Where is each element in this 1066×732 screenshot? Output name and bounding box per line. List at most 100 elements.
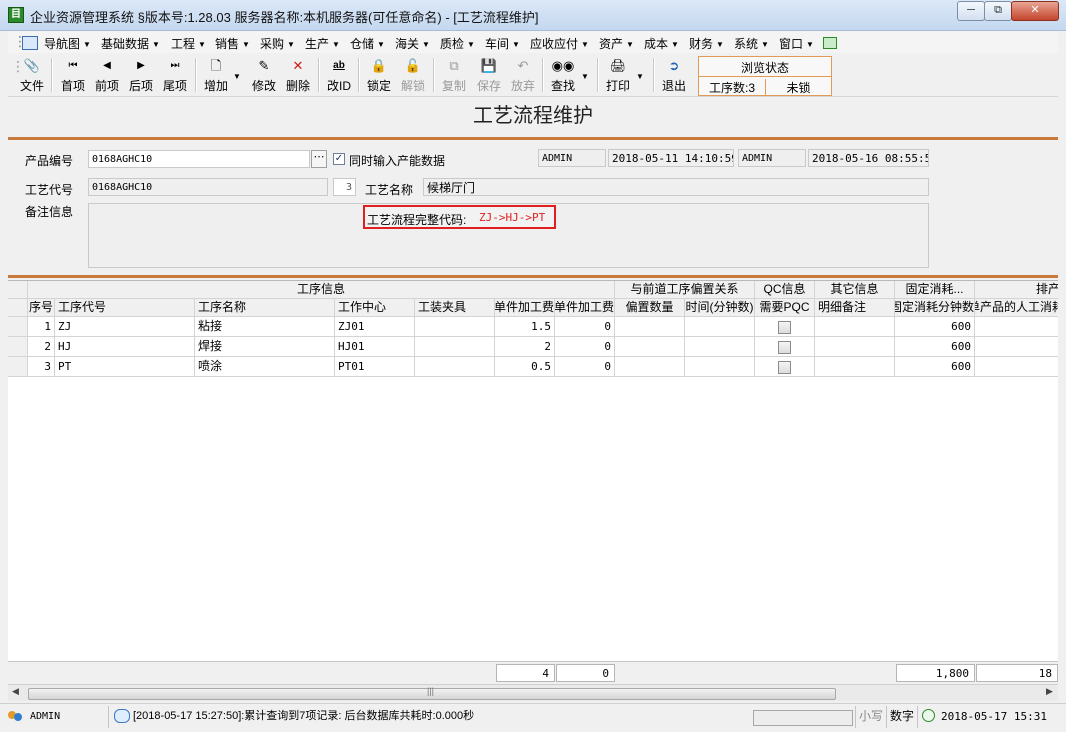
- exit-button[interactable]: ➲ 退出: [659, 57, 689, 95]
- col-offset-time[interactable]: 时间(分钟数): [685, 299, 755, 317]
- pqc-checkbox[interactable]: [778, 361, 791, 374]
- cell-detail-note[interactable]: [815, 357, 895, 377]
- prev-record-button[interactable]: ◀ 前项: [92, 57, 122, 95]
- cell-offset-time[interactable]: [685, 317, 755, 337]
- cell-fixture[interactable]: [415, 317, 495, 337]
- restore-button[interactable]: ⧉: [984, 1, 1012, 21]
- col-code[interactable]: 工序代号: [55, 299, 195, 317]
- col-seq[interactable]: 序号: [28, 299, 55, 317]
- col-fixed-minutes[interactable]: 固定消耗分钟数: [895, 299, 975, 317]
- row-selector[interactable]: [8, 337, 28, 357]
- menu-warehouse[interactable]: 仓储 ▼: [350, 35, 385, 52]
- first-record-button[interactable]: ⏮ 首项: [58, 57, 88, 95]
- menu-production[interactable]: 生产 ▼: [305, 35, 340, 52]
- menu-assets[interactable]: 资产 ▼: [599, 35, 634, 52]
- last-record-button[interactable]: ⏭ 尾项: [160, 57, 190, 95]
- process-code-field[interactable]: 0168AGHC10: [88, 178, 328, 196]
- cell-fee2[interactable]: 0: [555, 317, 615, 337]
- menu-system[interactable]: 系统 ▼: [734, 35, 769, 52]
- scroll-left-icon[interactable]: ◀: [12, 686, 19, 697]
- row-selector[interactable]: [8, 357, 28, 377]
- minimize-button[interactable]: ─: [957, 1, 985, 21]
- product-picker-button[interactable]: ⋯: [311, 150, 327, 168]
- cell-fixed-minutes[interactable]: 600: [895, 317, 975, 337]
- col-name[interactable]: 工序名称: [195, 299, 335, 317]
- cell-fee2[interactable]: 0: [555, 337, 615, 357]
- cell-offset-time[interactable]: [685, 357, 755, 377]
- cell-offset-qty[interactable]: [615, 357, 685, 377]
- col-labor[interactable]: 单产品的人工消耗: [975, 299, 1058, 317]
- cell-code[interactable]: HJ: [55, 337, 195, 357]
- cell-offset-qty[interactable]: [615, 337, 685, 357]
- cell-fee1[interactable]: 2: [495, 337, 555, 357]
- cell-code[interactable]: PT: [55, 357, 195, 377]
- pqc-checkbox[interactable]: [778, 321, 791, 334]
- col-need-pqc[interactable]: 需要PQC: [755, 299, 815, 317]
- cell-center[interactable]: HJ01: [335, 337, 415, 357]
- col-fee2[interactable]: 单件加工费: [555, 299, 615, 317]
- delete-button[interactable]: ✕ 删除: [283, 57, 313, 95]
- cell-name[interactable]: 喷涂: [195, 357, 335, 377]
- cell-center[interactable]: ZJ01: [335, 317, 415, 337]
- cell-labor[interactable]: [975, 337, 1058, 357]
- next-record-button[interactable]: ▶ 后项: [126, 57, 156, 95]
- window-layout-icon[interactable]: [823, 37, 837, 49]
- menu-workshop[interactable]: 车间 ▼: [485, 35, 520, 52]
- sync-capacity-checkbox[interactable]: ✓: [333, 153, 345, 165]
- cell-need-pqc[interactable]: [755, 317, 815, 337]
- find-dropdown-icon[interactable]: ▼: [581, 72, 589, 81]
- menu-quality[interactable]: 质检 ▼: [440, 35, 475, 52]
- row-selector[interactable]: [8, 317, 28, 337]
- close-button[interactable]: ✕: [1011, 1, 1059, 21]
- cell-fixture[interactable]: [415, 337, 495, 357]
- cell-detail-note[interactable]: [815, 317, 895, 337]
- cell-offset-time[interactable]: [685, 337, 755, 357]
- cell-fee1[interactable]: 1.5: [495, 317, 555, 337]
- file-button[interactable]: 📎 文件: [17, 57, 47, 95]
- unlock-button[interactable]: 🔓 解锁: [398, 57, 428, 95]
- cell-labor[interactable]: [975, 317, 1058, 337]
- product-code-field[interactable]: 0168AGHC10: [88, 150, 310, 168]
- menu-finance[interactable]: 财务 ▼: [689, 35, 724, 52]
- cell-seq[interactable]: 3: [28, 357, 55, 377]
- find-button[interactable]: ◉◉ 查找: [548, 57, 578, 95]
- menu-purchase[interactable]: 采购 ▼: [260, 35, 295, 52]
- add-dropdown-icon[interactable]: ▼: [233, 72, 241, 81]
- scroll-thumb[interactable]: |||: [28, 686, 836, 700]
- cell-fee1[interactable]: 0.5: [495, 357, 555, 377]
- col-detail-note[interactable]: 明细备注: [815, 299, 895, 317]
- change-id-button[interactable]: ab 改ID: [324, 57, 354, 95]
- cell-code[interactable]: ZJ: [55, 317, 195, 337]
- menu-sales[interactable]: 销售 ▼: [215, 35, 250, 52]
- print-button[interactable]: 🖨 打印: [603, 57, 633, 95]
- cell-fixture[interactable]: [415, 357, 495, 377]
- menu-ar-ap[interactable]: 应收应付 ▼: [530, 35, 589, 52]
- col-offset-qty[interactable]: 偏置数量: [615, 299, 685, 317]
- print-dropdown-icon[interactable]: ▼: [636, 72, 644, 81]
- cell-detail-note[interactable]: [815, 337, 895, 357]
- cell-fee2[interactable]: 0: [555, 357, 615, 377]
- cell-seq[interactable]: 1: [28, 317, 55, 337]
- cell-center[interactable]: PT01: [335, 357, 415, 377]
- horizontal-scrollbar[interactable]: ◀ ||| ▶: [8, 684, 1058, 701]
- menu-window[interactable]: 窗口 ▼: [779, 35, 814, 52]
- menu-engineering[interactable]: 工程 ▼: [171, 35, 206, 52]
- menu-customs[interactable]: 海关 ▼: [395, 35, 430, 52]
- cell-need-pqc[interactable]: [755, 337, 815, 357]
- scroll-right-icon[interactable]: ▶: [1046, 686, 1053, 697]
- menu-cost[interactable]: 成本 ▼: [644, 35, 679, 52]
- edit-button[interactable]: ✎ 修改: [249, 57, 279, 95]
- cell-seq[interactable]: 2: [28, 337, 55, 357]
- col-fixture[interactable]: 工装夹具: [415, 299, 495, 317]
- copy-button[interactable]: ⧉ 复制: [439, 57, 469, 95]
- cell-fixed-minutes[interactable]: 600: [895, 357, 975, 377]
- cell-fixed-minutes[interactable]: 600: [895, 337, 975, 357]
- save-button[interactable]: 💾 保存: [474, 57, 504, 95]
- pqc-checkbox[interactable]: [778, 341, 791, 354]
- cell-labor[interactable]: [975, 357, 1058, 377]
- add-button[interactable]: 🗋 增加: [201, 57, 231, 95]
- cell-offset-qty[interactable]: [615, 317, 685, 337]
- col-center[interactable]: 工作中心: [335, 299, 415, 317]
- col-fee1[interactable]: 单件加工费: [495, 299, 555, 317]
- cell-name[interactable]: 粘接: [195, 317, 335, 337]
